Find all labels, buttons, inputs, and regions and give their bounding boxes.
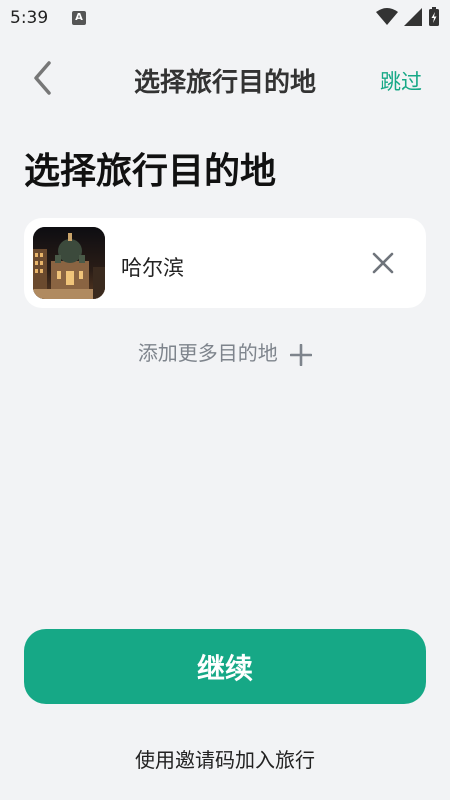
plus-icon	[290, 343, 313, 366]
destination-name: 哈尔滨	[121, 256, 184, 280]
wifi-icon	[376, 8, 398, 25]
add-more-destinations-button[interactable]: 添加更多目的地	[0, 337, 450, 366]
join-with-invite-code-link[interactable]: 使用邀请码加入旅行	[0, 744, 450, 773]
add-more-label: 添加更多目的地	[137, 341, 278, 365]
header: 选择旅行目的地 跳过	[0, 52, 450, 108]
status-icons	[376, 7, 440, 27]
continue-button[interactable]: 继续	[24, 629, 426, 704]
destination-card[interactable]: 哈尔滨	[24, 218, 426, 308]
page-title: 选择旅行目的地	[24, 151, 277, 192]
status-bar: 5:39 A	[0, 0, 450, 36]
screen: 5:39 A 选择旅行目的地 跳过 选择旅行目的地 哈尔滨 添加更多目的地 继续…	[0, 0, 450, 800]
status-time: 5:39	[10, 8, 49, 28]
remove-destination-button[interactable]	[368, 248, 398, 278]
close-icon	[372, 252, 394, 274]
destination-thumbnail	[33, 227, 105, 299]
back-button[interactable]	[22, 58, 62, 98]
battery-charging-icon	[429, 7, 439, 26]
notification-badge-icon: A	[72, 11, 86, 25]
signal-icon	[404, 8, 422, 26]
chevron-left-icon	[34, 61, 51, 95]
skip-button[interactable]: 跳过	[380, 66, 422, 96]
